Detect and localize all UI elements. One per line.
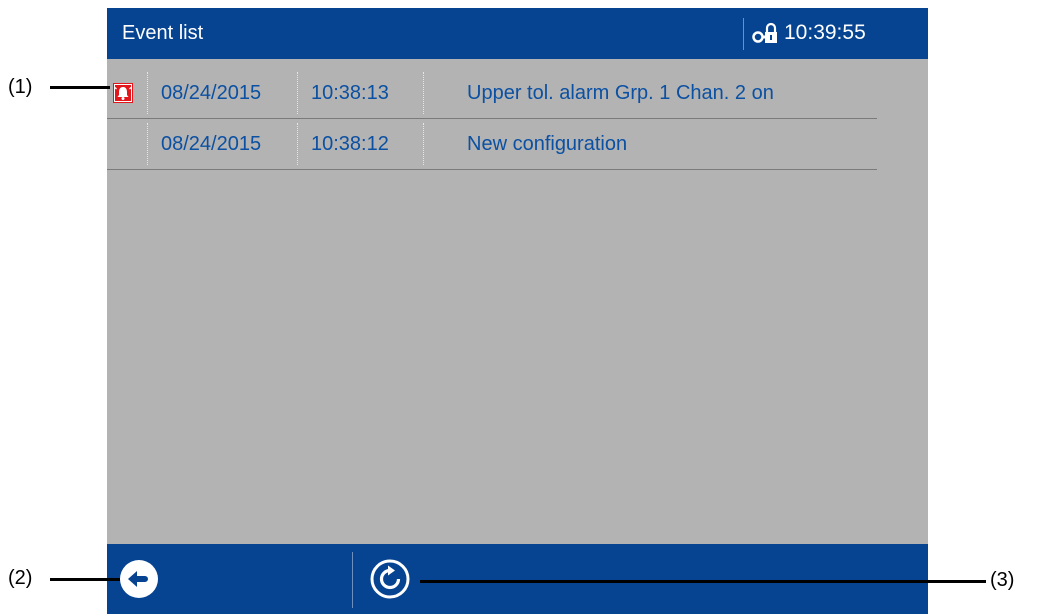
event-list: 08/24/2015 10:38:13 Upper tol. alarm Grp… (107, 68, 877, 170)
column-separator (423, 72, 424, 114)
status-separator (743, 18, 744, 50)
callout-line-2 (50, 578, 120, 581)
key-lock-icon (752, 22, 777, 43)
event-date: 08/24/2015 (161, 133, 262, 155)
event-row[interactable]: 08/24/2015 10:38:13 Upper tol. alarm Grp… (107, 68, 877, 119)
alarm-bell-icon (113, 83, 133, 103)
device-screen: Event list 10:39:55 08/24/2015 10:38:13 (107, 8, 928, 614)
column-separator (297, 123, 298, 165)
column-separator (423, 123, 424, 165)
callout-line-1 (50, 86, 110, 89)
column-separator (297, 72, 298, 114)
callout-line-3 (420, 580, 986, 583)
callout-label-3: (3) (990, 569, 1015, 591)
column-separator (147, 123, 148, 165)
column-separator (147, 72, 148, 114)
event-time: 10:38:12 (311, 133, 389, 155)
event-row[interactable]: 08/24/2015 10:38:12 New configuration (107, 119, 877, 170)
toolbar-separator (352, 552, 353, 608)
back-arrow-icon[interactable] (119, 559, 159, 599)
refresh-icon[interactable] (370, 559, 410, 599)
event-text: New configuration (467, 133, 628, 155)
event-date: 08/24/2015 (161, 82, 262, 104)
event-text: Upper tol. alarm Grp. 1 Chan. 2 on (467, 82, 774, 104)
title-bar: Event list 10:39:55 (107, 8, 928, 59)
event-time: 10:38:13 (311, 82, 389, 104)
clock-display: 10:39:55 (784, 21, 866, 44)
bottom-toolbar (107, 544, 928, 614)
page-title: Event list (122, 22, 204, 44)
callout-label-1: (1) (8, 76, 33, 98)
callout-label-2: (2) (8, 567, 33, 589)
